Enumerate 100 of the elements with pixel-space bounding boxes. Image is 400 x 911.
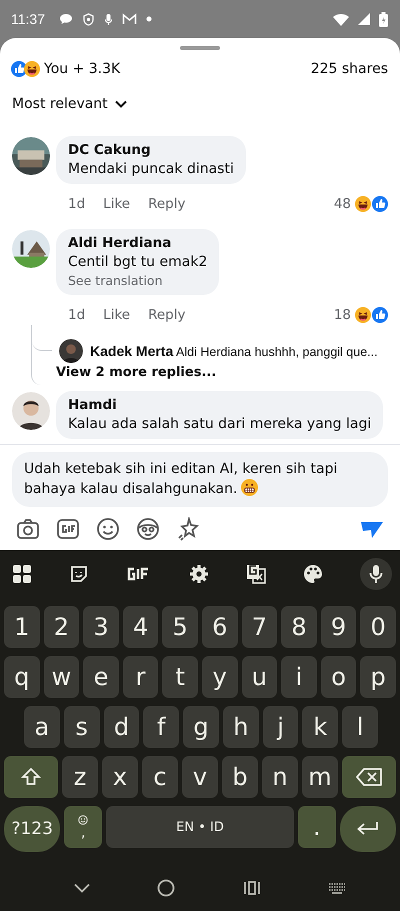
key[interactable]: f — [143, 706, 180, 748]
space-key[interactable]: EN • ID — [106, 806, 294, 848]
key[interactable]: 0 — [360, 606, 396, 648]
backspace-key[interactable] — [342, 756, 396, 798]
view-more-replies-link[interactable]: View 2 more replies... — [32, 360, 388, 382]
dot-icon — [146, 16, 152, 22]
comment-input-field[interactable]: Udah ketebak sih ini editan AI, keren sih tapi bahaya kalau disalahgunakan. — [12, 452, 388, 507]
reply-link[interactable]: Reply — [148, 196, 186, 212]
key[interactable]: e — [83, 656, 119, 698]
shield-icon — [82, 12, 95, 26]
key[interactable]: a — [24, 706, 60, 748]
key[interactable]: x — [102, 756, 138, 798]
key[interactable]: y — [202, 656, 238, 698]
key[interactable]: d — [104, 706, 140, 748]
comment-time: 1d — [68, 196, 86, 212]
microphone-icon — [104, 12, 113, 26]
reaction-count[interactable]: 18 — [334, 306, 351, 322]
recent-apps-icon[interactable] — [242, 880, 261, 896]
drag-handle[interactable] — [180, 46, 220, 50]
key[interactable]: 3 — [83, 606, 119, 648]
shares-count[interactable]: 225 shares — [310, 61, 388, 77]
palette-icon[interactable] — [303, 564, 323, 584]
key[interactable]: h — [222, 706, 259, 748]
key[interactable]: m — [302, 756, 338, 798]
enter-key[interactable] — [340, 806, 396, 852]
key[interactable]: j — [262, 706, 298, 748]
key[interactable]: s — [64, 706, 100, 748]
microphone-button[interactable] — [360, 558, 392, 590]
key[interactable]: k — [302, 706, 338, 748]
key[interactable]: 5 — [162, 606, 198, 648]
comment-time: 1d — [68, 306, 86, 322]
key[interactable]: o — [320, 656, 356, 698]
chat-bubble-icon — [59, 13, 73, 25]
key[interactable]: 4 — [122, 606, 158, 648]
wifi-icon — [333, 12, 349, 26]
period-key[interactable]: . — [298, 806, 336, 848]
comment-text: Kalau ada salah satu dari mereka yang lagi — [68, 416, 372, 432]
microphone-icon — [369, 564, 383, 584]
comment-text: Centil bgt tu emak2 — [68, 254, 208, 270]
key[interactable]: 9 — [320, 606, 356, 648]
author-name[interactable]: DC Cakung — [68, 142, 234, 158]
chevron-down-icon[interactable] — [74, 883, 90, 893]
like-link[interactable]: Like — [103, 196, 130, 212]
gif-icon[interactable] — [56, 518, 80, 540]
reply-link[interactable]: Reply — [148, 306, 186, 322]
smiley-icon — [78, 815, 88, 825]
symbols-key[interactable]: ?123 — [4, 806, 60, 852]
backspace-icon — [356, 768, 382, 786]
key[interactable]: w — [44, 656, 80, 698]
key[interactable]: p — [360, 656, 396, 698]
reaction-count[interactable]: You + 3.3K — [44, 61, 120, 77]
camera-icon[interactable] — [16, 518, 40, 540]
mail-icon — [122, 13, 137, 25]
key[interactable]: c — [142, 756, 178, 798]
grimacing-emoji-icon — [241, 479, 258, 496]
key[interactable]: g — [183, 706, 219, 748]
key[interactable]: 1 — [4, 606, 40, 648]
sparkle-star-icon[interactable] — [176, 517, 200, 541]
author-name[interactable]: Hamdi — [68, 397, 372, 413]
like-link[interactable]: Like — [103, 306, 130, 322]
avatar-face-icon[interactable] — [136, 517, 160, 541]
emoji-key[interactable]: , — [64, 806, 102, 848]
key[interactable]: n — [262, 756, 298, 798]
translate-icon[interactable] — [246, 564, 266, 584]
key[interactable]: 6 — [202, 606, 238, 648]
key[interactable]: i — [281, 656, 317, 698]
like-reaction-icon — [372, 306, 388, 322]
key[interactable]: l — [342, 706, 378, 748]
sort-dropdown[interactable]: Most relevant — [12, 96, 127, 112]
key[interactable]: b — [222, 756, 258, 798]
shift-arrow-icon — [21, 767, 41, 787]
battery-icon — [379, 12, 388, 26]
shift-key[interactable] — [4, 756, 58, 798]
key[interactable]: u — [242, 656, 278, 698]
comment-text: Mendaki puncak dinasti — [68, 161, 234, 177]
key[interactable]: t — [162, 656, 198, 698]
key[interactable]: 7 — [242, 606, 278, 648]
author-name[interactable]: Aldi Herdiana — [68, 235, 208, 251]
key[interactable]: z — [62, 756, 98, 798]
key[interactable]: q — [4, 656, 40, 698]
key[interactable]: 2 — [44, 606, 80, 648]
smiley-icon[interactable] — [96, 517, 120, 541]
chevron-down-icon — [114, 100, 127, 108]
key[interactable]: 8 — [281, 606, 317, 648]
reaction-count[interactable]: 48 — [334, 196, 351, 212]
key[interactable]: r — [122, 656, 158, 698]
home-circle-icon[interactable] — [157, 879, 176, 897]
keyboard-icon[interactable] — [328, 882, 346, 894]
see-translation-link[interactable]: See translation — [68, 273, 208, 288]
laughing-reaction-icon — [24, 61, 40, 77]
reply-text[interactable]: Kadek Merta Aldi Herdiana hushhh, panggil que... — [90, 343, 378, 359]
clock-time: 11:37 — [11, 11, 45, 27]
laughing-reaction-icon — [355, 196, 371, 212]
enter-arrow-icon — [356, 821, 380, 837]
settings-icon[interactable] — [189, 564, 209, 584]
key[interactable]: v — [182, 756, 218, 798]
grid-apps-icon[interactable] — [12, 564, 32, 584]
send-icon[interactable] — [360, 519, 384, 539]
sticker-icon[interactable] — [69, 564, 89, 584]
signal-icon — [358, 13, 370, 25]
